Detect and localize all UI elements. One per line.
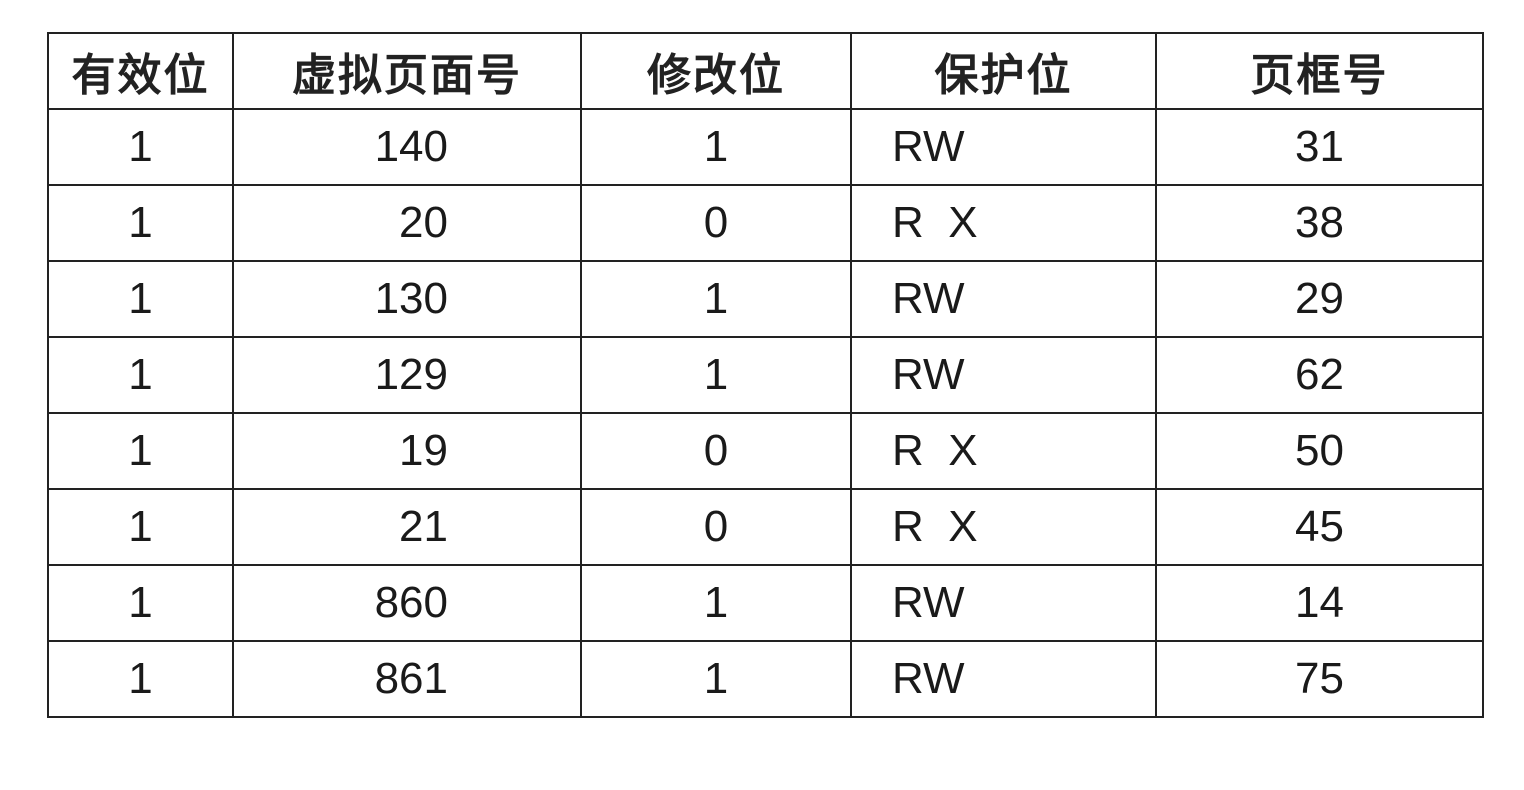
cell-modified: 0 xyxy=(580,184,852,262)
cell-valid: 1 xyxy=(47,640,234,718)
cell-protection: RW xyxy=(850,108,1157,186)
cell-virtual-page: 140 xyxy=(232,108,582,186)
cell-virtual-page: 20 xyxy=(232,184,582,262)
cell-frame: 75 xyxy=(1155,640,1484,718)
table-row: 1 140 1 RW 31 xyxy=(47,108,1484,186)
cell-valid: 1 xyxy=(47,488,234,566)
cell-modified: 0 xyxy=(580,412,852,490)
cell-virtual-page: 19 xyxy=(232,412,582,490)
cell-virtual-page: 860 xyxy=(232,564,582,642)
cell-virtual-page: 861 xyxy=(232,640,582,718)
header-virtual-page: 虚拟页面号 xyxy=(232,32,582,110)
header-valid-bit: 有效位 xyxy=(47,32,234,110)
table-header: 有效位 虚拟页面号 修改位 保护位 页框号 xyxy=(47,32,1484,110)
header-protection-bits: 保护位 xyxy=(850,32,1157,110)
table-row: 1 861 1 RW 75 xyxy=(47,640,1484,718)
cell-protection: RW xyxy=(850,640,1157,718)
cell-frame: 14 xyxy=(1155,564,1484,642)
table-row: 1 130 1 RW 29 xyxy=(47,260,1484,338)
table-row: 1 20 0 R X 38 xyxy=(47,184,1484,262)
page-table: 有效位 虚拟页面号 修改位 保护位 页框号 1 140 1 RW 31 1 20… xyxy=(47,32,1484,718)
cell-valid: 1 xyxy=(47,184,234,262)
cell-valid: 1 xyxy=(47,564,234,642)
cell-frame: 31 xyxy=(1155,108,1484,186)
table-row: 1 19 0 R X 50 xyxy=(47,412,1484,490)
cell-protection: R X xyxy=(850,488,1157,566)
cell-protection: R X xyxy=(850,184,1157,262)
cell-protection: RW xyxy=(850,260,1157,338)
header-row: 有效位 虚拟页面号 修改位 保护位 页框号 xyxy=(47,32,1484,110)
cell-valid: 1 xyxy=(47,412,234,490)
cell-modified: 1 xyxy=(580,564,852,642)
cell-protection: RW xyxy=(850,564,1157,642)
header-modified-bit: 修改位 xyxy=(580,32,852,110)
cell-protection: RW xyxy=(850,336,1157,414)
table-body: 1 140 1 RW 31 1 20 0 R X 38 1 130 1 RW 2… xyxy=(47,108,1484,718)
cell-valid: 1 xyxy=(47,108,234,186)
cell-valid: 1 xyxy=(47,260,234,338)
cell-frame: 29 xyxy=(1155,260,1484,338)
cell-modified: 1 xyxy=(580,640,852,718)
cell-protection: R X xyxy=(850,412,1157,490)
table-row: 1 21 0 R X 45 xyxy=(47,488,1484,566)
cell-virtual-page: 21 xyxy=(232,488,582,566)
cell-modified: 1 xyxy=(580,108,852,186)
cell-virtual-page: 129 xyxy=(232,336,582,414)
cell-frame: 38 xyxy=(1155,184,1484,262)
cell-valid: 1 xyxy=(47,336,234,414)
table-row: 1 129 1 RW 62 xyxy=(47,336,1484,414)
cell-modified: 1 xyxy=(580,260,852,338)
table-row: 1 860 1 RW 14 xyxy=(47,564,1484,642)
cell-frame: 50 xyxy=(1155,412,1484,490)
cell-frame: 62 xyxy=(1155,336,1484,414)
header-page-frame: 页框号 xyxy=(1155,32,1484,110)
cell-modified: 0 xyxy=(580,488,852,566)
cell-virtual-page: 130 xyxy=(232,260,582,338)
cell-modified: 1 xyxy=(580,336,852,414)
cell-frame: 45 xyxy=(1155,488,1484,566)
